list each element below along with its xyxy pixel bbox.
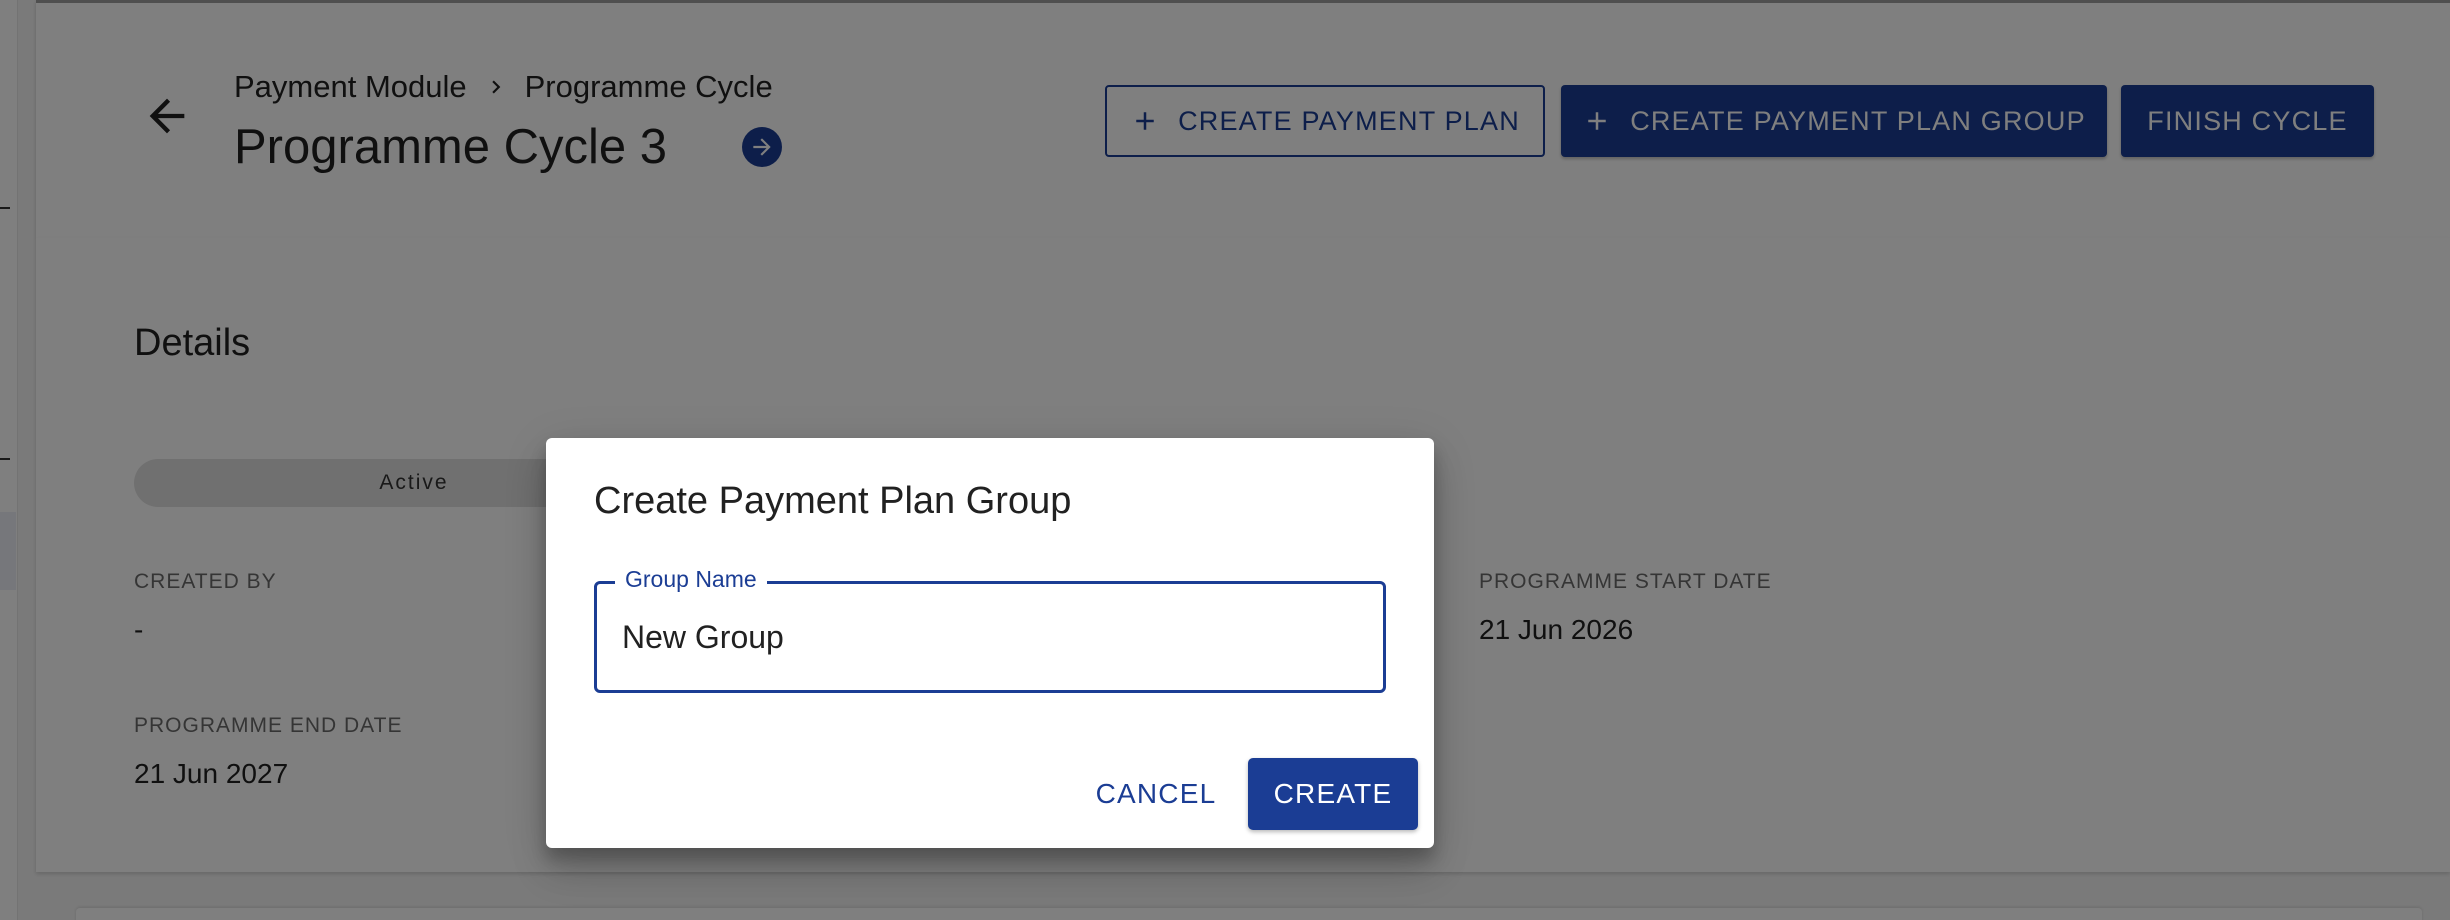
create-button[interactable]: CREATE bbox=[1248, 758, 1418, 830]
group-name-input[interactable] bbox=[622, 584, 1362, 690]
group-name-field[interactable]: Group Name bbox=[594, 566, 1386, 693]
dialog-title: Create Payment Plan Group bbox=[594, 480, 1072, 522]
cancel-button[interactable]: CANCEL bbox=[1086, 758, 1226, 830]
page: Payment Module Programme Cycle Programme… bbox=[0, 0, 2450, 920]
create-payment-plan-group-dialog: Create Payment Plan Group Group Name CAN… bbox=[546, 438, 1434, 848]
